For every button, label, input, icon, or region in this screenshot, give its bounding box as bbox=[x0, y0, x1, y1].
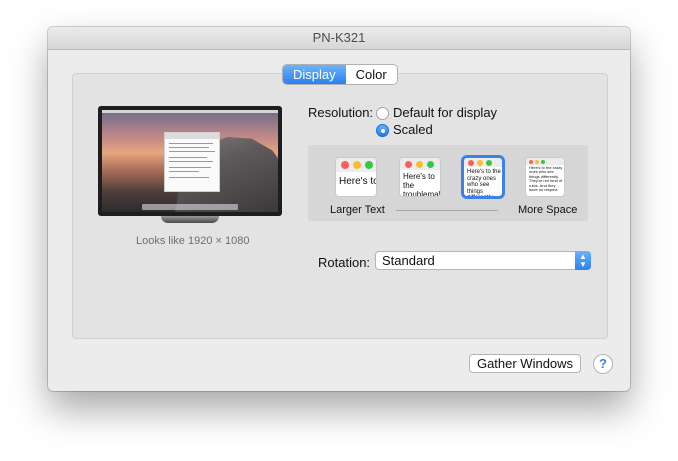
radio-scaled[interactable] bbox=[376, 124, 389, 137]
monitor-preview bbox=[98, 106, 282, 216]
select-arrows-icon: ▲ ▼ bbox=[575, 251, 591, 270]
scale-slider-track bbox=[396, 210, 498, 211]
preferences-window: PN-K321 Display Color Looks like 1920 × … bbox=[48, 27, 630, 391]
mini-menubar bbox=[102, 110, 278, 113]
radio-scaled-label: Scaled bbox=[393, 122, 433, 137]
scale-option-1[interactable]: Here's to bbox=[335, 157, 377, 197]
rotation-value: Standard bbox=[382, 253, 435, 268]
tab-bar: Display Color bbox=[283, 65, 397, 84]
more-space-label: More Space bbox=[518, 204, 578, 216]
monitor-stand bbox=[161, 216, 219, 223]
gather-windows-button[interactable]: Gather Windows bbox=[469, 354, 581, 373]
resolution-summary: Looks like 1920 × 1080 bbox=[136, 235, 250, 247]
scale-option-2[interactable]: Here's to the troublemakers bbox=[399, 157, 441, 197]
radio-default-for-display[interactable] bbox=[376, 107, 389, 120]
scale-option-3[interactable]: Here's to the crazy ones who see things … bbox=[463, 157, 503, 197]
scale-option-4-text: Here's to the crazy ones who see things … bbox=[529, 165, 563, 192]
rotation-label: Rotation: bbox=[318, 255, 371, 270]
mini-window bbox=[164, 132, 220, 192]
rotation-select[interactable]: Standard ▲ ▼ bbox=[375, 251, 591, 270]
scaling-options: Here's to Here's to the troublemakers He… bbox=[308, 145, 588, 221]
scale-option-1-text: Here's to bbox=[339, 176, 377, 187]
window-title: PN-K321 bbox=[48, 27, 630, 50]
tab-display[interactable]: Display bbox=[283, 65, 346, 84]
scale-option-2-text: Here's to the troublemakers bbox=[403, 172, 440, 197]
resolution-label: Resolution: bbox=[308, 105, 374, 120]
radio-default-label: Default for display bbox=[393, 105, 498, 120]
mini-dock bbox=[142, 204, 238, 210]
help-button[interactable]: ? bbox=[593, 354, 613, 374]
scale-option-4[interactable]: Here's to the crazy ones who see things … bbox=[525, 157, 565, 197]
scale-option-3-text: Here's to the crazy ones who see things … bbox=[467, 169, 501, 196]
larger-text-label: Larger Text bbox=[330, 204, 385, 216]
monitor-screen-image bbox=[102, 110, 278, 212]
tab-color[interactable]: Color bbox=[345, 65, 397, 84]
